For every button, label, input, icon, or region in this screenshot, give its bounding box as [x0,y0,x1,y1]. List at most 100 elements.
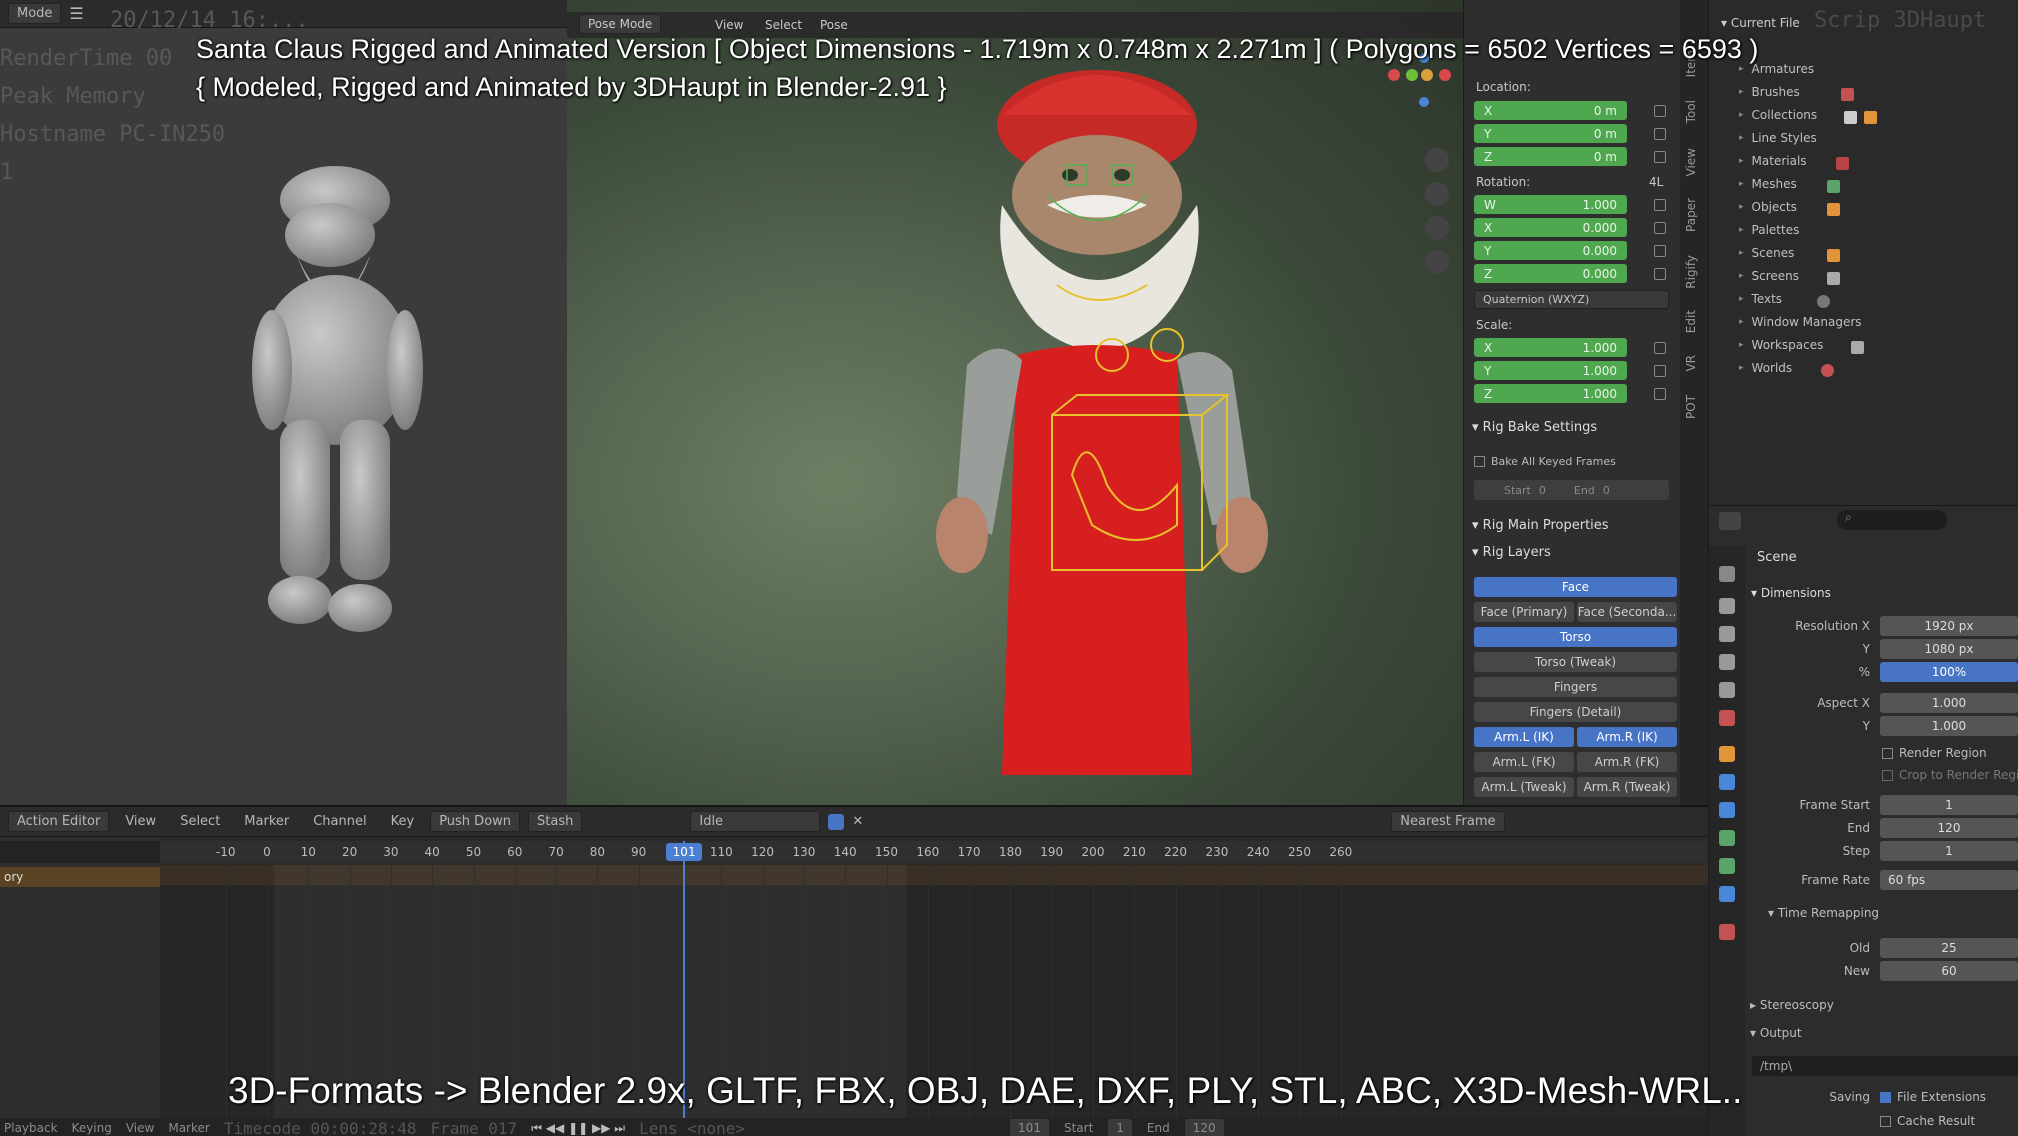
start-field[interactable]: 1 [1107,1118,1133,1136]
layer-arm-l-ik-button[interactable]: Arm.L (IK) [1474,727,1574,747]
outliner-item-window-managers[interactable]: ▸ Window Managers [1739,315,1862,329]
rotation-y-field[interactable]: Y 0.000 [1474,241,1627,260]
frame-end-field[interactable]: 120 [1880,818,2018,838]
bake-all-checkbox[interactable]: Bake All Keyed Frames [1474,455,1616,468]
rotation-mode-dropdown[interactable]: Quaternion (WXYZ) [1474,290,1669,309]
rotation-x-field[interactable]: X 0.000 [1474,218,1627,237]
outliner-item-collections[interactable]: ▸ Collections [1739,108,1817,122]
layer-arm-l-fk-button[interactable]: Arm.L (FK) [1474,752,1574,772]
world-tab-icon[interactable] [1719,710,1735,726]
view-menu[interactable]: View [117,812,164,831]
stash-button[interactable]: Stash [528,811,583,832]
outliner-item-brushes[interactable]: ▸ Brushes [1739,85,1800,99]
render-region-checkbox[interactable]: Render Region [1882,746,1987,760]
channel-search-input[interactable] [0,841,160,863]
resolution-x-field[interactable]: 1920 px [1880,616,2018,636]
layer-fingers-button[interactable]: Fingers [1474,677,1677,697]
menu-icon[interactable]: ☰ [69,4,83,23]
snap-dropdown[interactable]: Nearest Frame [1391,811,1505,832]
layer-arm-r-fk-button[interactable]: Arm.R (FK) [1577,752,1677,772]
outliner-item-workspaces[interactable]: ▸ Workspaces [1739,338,1823,352]
pose-menu[interactable]: Pose [812,16,856,34]
layer-face-button[interactable]: Face [1474,577,1677,597]
aspect-y-field[interactable]: 1.000 [1880,716,2018,736]
tab-vr[interactable]: VR [1684,355,1698,372]
bake-range-field[interactable]: Start 0 End 0 [1474,480,1669,500]
aspect-x-field[interactable]: 1.000 [1880,693,2018,713]
output-path-field[interactable]: /tmp\ [1752,1056,2018,1076]
outliner-item-worlds[interactable]: ▸ Worlds [1739,361,1792,375]
crop-region-checkbox[interactable]: Crop to Render Region [1882,768,2018,782]
lock-icon[interactable] [1654,151,1666,163]
old-field[interactable]: 25 [1880,938,2018,958]
render-tab-icon[interactable] [1719,598,1735,614]
current-frame-indicator[interactable]: 101 [666,843,703,861]
dimensions-panel-header[interactable]: ▾ Dimensions [1751,586,1831,600]
outliner-item-palettes[interactable]: ▸ Palettes [1739,223,1799,237]
constraint-tab-icon[interactable] [1719,886,1735,902]
editor-mode-dropdown[interactable]: Action Editor [8,811,110,832]
lock-icon[interactable] [1654,105,1666,117]
lock-icon[interactable] [1654,245,1666,257]
layer-arm-r-tweak-button[interactable]: Arm.R (Tweak) [1577,777,1677,797]
scene-tab-icon[interactable] [1719,682,1735,698]
resolution-y-field[interactable]: 1080 px [1880,639,2018,659]
texture-tab-icon[interactable] [1719,924,1735,940]
view-menu[interactable]: View [126,1121,154,1135]
push-down-button[interactable]: Push Down [430,811,521,832]
lock-icon[interactable] [1654,128,1666,140]
marker-menu[interactable]: Marker [168,1121,209,1135]
lock-icon[interactable] [1654,268,1666,280]
tab-paper[interactable]: Paper [1684,198,1698,232]
layer-arm-r-ik-button[interactable]: Arm.R (IK) [1577,727,1677,747]
lock-icon[interactable] [1654,199,1666,211]
tab-rigify[interactable]: Rigify [1684,255,1698,289]
lock-icon[interactable] [1654,222,1666,234]
layer-face-secondary-button[interactable]: Face (Seconda... [1577,602,1677,622]
rotation-w-field[interactable]: W 1.000 [1474,195,1627,214]
time-remapping-header[interactable]: ▾ Time Remapping [1768,906,1879,920]
pan-icon[interactable] [1425,182,1449,206]
rig-main-properties-header[interactable]: ▾ Rig Main Properties [1472,518,1609,533]
camera-icon[interactable] [1425,216,1449,240]
mode-dropdown[interactable]: Mode [8,3,62,24]
editor-type-icon[interactable] [1719,512,1741,530]
lock-icon[interactable] [1654,342,1666,354]
pose-mode-dropdown[interactable]: Pose Mode [579,14,662,34]
key-menu[interactable]: Key [383,812,423,831]
lock-icon[interactable] [1654,388,1666,400]
modifier-tab-icon[interactable] [1719,774,1735,790]
scale-z-field[interactable]: Z 1.000 [1474,384,1627,403]
fake-user-icon[interactable] [828,813,845,830]
output-tab-icon[interactable] [1719,626,1735,642]
channel-menu[interactable]: Channel [305,812,374,831]
file-extensions-checkbox[interactable]: File Extensions [1880,1090,1986,1104]
frame-step-field[interactable]: 1 [1880,841,2018,861]
outliner-item-meshes[interactable]: ▸ Meshes [1739,177,1797,191]
zoom-icon[interactable] [1425,148,1449,172]
new-field[interactable]: 60 [1880,961,2018,981]
scale-y-field[interactable]: Y 1.000 [1474,361,1627,380]
location-x-field[interactable]: X 0 m [1474,101,1627,120]
outliner-item-scenes[interactable]: ▸ Scenes [1739,246,1794,260]
tab-view[interactable]: View [1684,148,1698,176]
scale-x-field[interactable]: X 1.000 [1474,338,1627,357]
layer-torso-tweak-button[interactable]: Torso (Tweak) [1474,652,1677,672]
outliner-item-texts[interactable]: ▸ Texts [1739,292,1782,306]
rig-bake-settings-header[interactable]: ▾ Rig Bake Settings [1472,420,1597,435]
3d-viewport[interactable]: Pose Mode View Select Pose [567,0,1463,805]
object-tab-icon[interactable] [1719,746,1735,762]
location-y-field[interactable]: Y 0 m [1474,124,1627,143]
frame-ruler[interactable]: -10 0 10 20 30 40 50 60 70 80 90 101 110 120 130 140 150… [160,841,1708,863]
tab-pot[interactable]: POT [1684,395,1698,419]
rotation-z-field[interactable]: Z 0.000 [1474,264,1627,283]
bone-tab-icon[interactable] [1719,858,1735,874]
lock-icon[interactable] [1654,365,1666,377]
outliner-item-line-styles[interactable]: ▸ Line Styles [1739,131,1817,145]
outliner-item-screens[interactable]: ▸ Screens [1739,269,1799,283]
output-panel-header[interactable]: ▾ Output [1750,1026,1802,1040]
view-menu[interactable]: View [707,16,751,34]
tab-tool[interactable]: Tool [1684,100,1698,123]
frame-start-field[interactable]: 1 [1880,795,2018,815]
end-field[interactable]: 120 [1183,1118,1225,1136]
